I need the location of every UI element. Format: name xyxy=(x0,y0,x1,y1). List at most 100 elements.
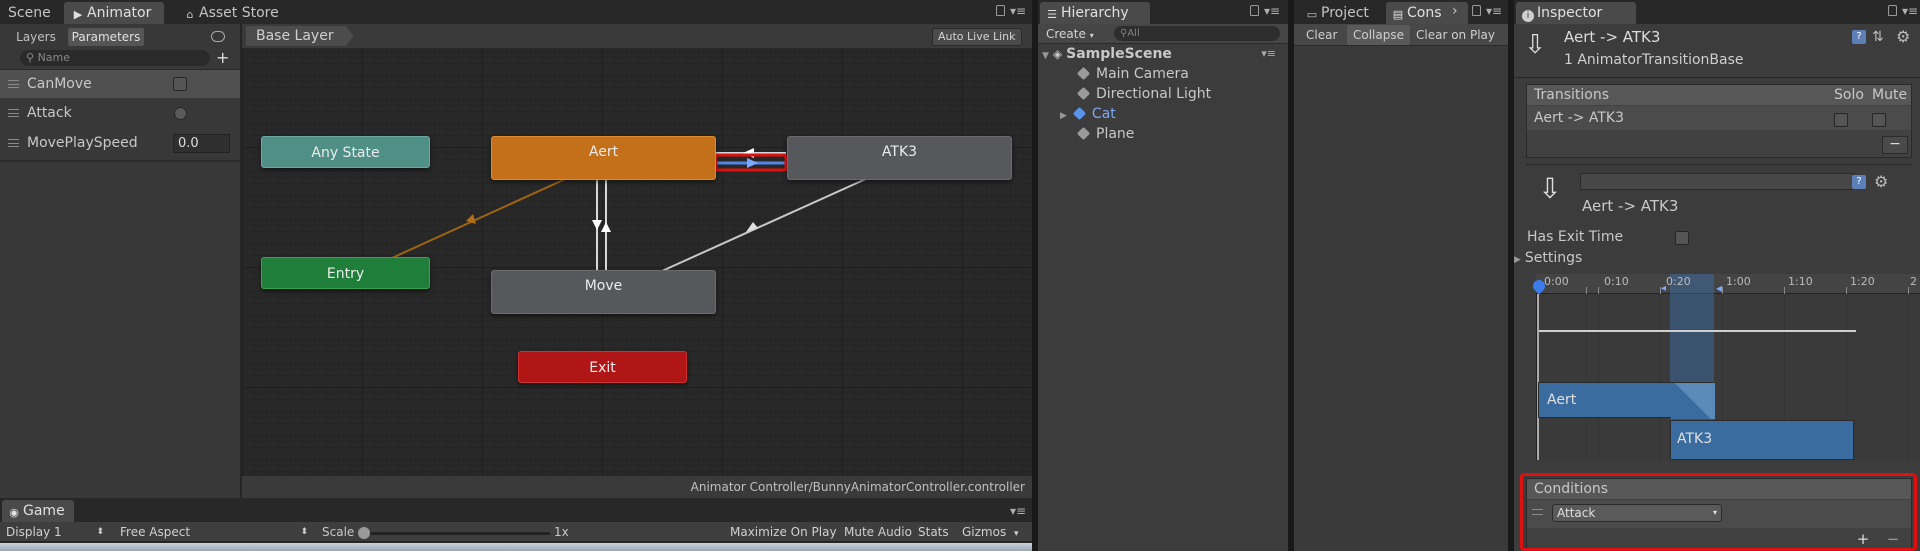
node-entry[interactable]: Entry xyxy=(261,257,430,289)
display-select-label: Display 1 xyxy=(6,525,62,539)
clear-button[interactable]: Clear xyxy=(1300,25,1343,45)
layers-tab[interactable]: Layers xyxy=(8,28,64,46)
display-select[interactable]: Display 1 ⬍ xyxy=(6,523,110,541)
animator-icon: ▶ xyxy=(73,8,83,21)
clip-aert-label: Aert xyxy=(1547,392,1577,408)
inspector-menu-icon[interactable]: ▾≡ xyxy=(1902,4,1918,18)
console-menu-icon[interactable]: ▾≡ xyxy=(1486,4,1502,18)
node-move[interactable]: Move xyxy=(491,270,716,314)
hierarchy-item-cat[interactable]: ▶ Cat xyxy=(1060,105,1116,125)
drag-handle-icon[interactable] xyxy=(8,139,19,147)
tab-asset-store[interactable]: ⌂ Asset Store xyxy=(178,2,285,24)
aspect-select[interactable]: Free Aspect ⬍ xyxy=(112,523,312,541)
tab-game-label: Game xyxy=(23,503,65,519)
scale-slider-track[interactable] xyxy=(362,532,550,535)
help-icon[interactable]: ? xyxy=(1852,30,1866,44)
parameter-search[interactable]: ⚲ Name xyxy=(20,50,210,66)
has-exit-time-checkbox[interactable] xyxy=(1675,231,1689,245)
parameter-name: CanMove xyxy=(27,76,92,92)
hierarchy-search-placeholder: All xyxy=(1127,28,1140,39)
node-atk3[interactable]: ATK3 xyxy=(787,136,1012,180)
hierarchy-item-directional-light[interactable]: Directional Light xyxy=(1076,85,1211,103)
hierarchy-lock-icon[interactable] xyxy=(1250,5,1259,16)
scene-menu-icon[interactable]: ▾≡ xyxy=(1261,45,1276,63)
mute-checkbox[interactable] xyxy=(1872,113,1886,127)
node-any-state[interactable]: Any State xyxy=(261,136,430,168)
expand-down-icon[interactable]: ▼ xyxy=(1042,51,1049,61)
clip-bar-atk3[interactable]: ATK3 xyxy=(1670,420,1854,460)
tab-inspector[interactable]: i Inspector xyxy=(1516,2,1636,24)
maximize-on-play-toggle[interactable]: Maximize On Play xyxy=(730,523,837,541)
prefab-icon xyxy=(1072,106,1087,121)
moveplayspeed-field[interactable]: 0.0 xyxy=(173,134,230,153)
lock-icon[interactable] xyxy=(996,5,1005,16)
move-to-atk3-transition[interactable] xyxy=(661,177,869,272)
gear-icon-2[interactable]: ⚙ xyxy=(1874,172,1888,191)
chevron-updown-icon: ⬍ xyxy=(300,527,308,537)
game-controller-icon: ◉ xyxy=(9,506,19,519)
transition-detail-icon: ⇩ xyxy=(1538,172,1562,205)
scale-slider-thumb[interactable] xyxy=(358,527,370,539)
create-label: Create xyxy=(1046,27,1086,41)
tab-project-label: Project xyxy=(1321,5,1369,21)
hierarchy-item-plane[interactable]: Plane xyxy=(1076,125,1134,143)
tab-game[interactable]: ◉ Game xyxy=(2,500,74,522)
expand-right-icon[interactable]: ▶ xyxy=(1060,111,1067,121)
parameter-row-moveplayspeed[interactable]: MovePlaySpeed 0.0 xyxy=(0,129,240,157)
tab-scene[interactable]: Scene xyxy=(2,2,57,24)
hierarchy-item-main-camera[interactable]: Main Camera xyxy=(1076,65,1189,83)
attack-trigger-radio[interactable] xyxy=(174,107,187,120)
mute-audio-toggle[interactable]: Mute Audio xyxy=(844,523,912,541)
transition-end-marker[interactable]: ◂ xyxy=(1716,281,1722,295)
parameter-search-placeholder: Name xyxy=(37,51,71,64)
hierarchy-search[interactable]: ⚲All xyxy=(1114,26,1280,41)
eye-toggle-icon[interactable] xyxy=(211,31,225,42)
gizmos-dropdown[interactable]: Gizmos ▾ xyxy=(962,523,1019,543)
parameter-row-canmove[interactable]: CanMove xyxy=(0,70,240,98)
tab-project[interactable]: ▭ Project xyxy=(1300,2,1375,24)
clip-bar-aert[interactable]: Aert xyxy=(1538,382,1715,419)
entry-to-aert-transition[interactable] xyxy=(391,175,573,259)
remove-transition-button[interactable]: − xyxy=(1882,136,1908,154)
preset-icon[interactable]: ⇅ xyxy=(1872,29,1884,45)
controller-path: Animator Controller/BunnyAnimatorControl… xyxy=(690,480,1025,494)
parameters-tab[interactable]: Parameters xyxy=(68,28,144,46)
stats-toggle[interactable]: Stats xyxy=(918,523,949,541)
add-parameter-button[interactable]: + xyxy=(216,50,229,66)
tab-asset-store-label: Asset Store xyxy=(199,5,279,21)
help-icon-2[interactable]: ? xyxy=(1852,175,1866,189)
timeline-tick-marks xyxy=(1536,287,1920,294)
tab-animator[interactable]: ▶ Animator xyxy=(64,2,164,24)
create-dropdown[interactable]: Create ▾ xyxy=(1046,25,1094,45)
game-panel-menu-icon[interactable]: ▾≡ xyxy=(1010,504,1026,518)
transitions-svg xyxy=(391,148,869,272)
collapse-button[interactable]: Collapse xyxy=(1347,25,1410,45)
panel-menu-icon[interactable]: ▾≡ xyxy=(1010,4,1026,18)
canmove-checkbox[interactable] xyxy=(173,77,187,91)
hierarchy-menu-icon[interactable]: ▾≡ xyxy=(1264,4,1280,18)
inspector-lock-icon[interactable] xyxy=(1888,5,1897,16)
transition-row-label: Aert -> ATK3 xyxy=(1534,110,1625,126)
tab-scroll-right-icon[interactable]: › xyxy=(1452,3,1458,19)
parameter-row-attack[interactable]: Attack xyxy=(0,99,240,127)
gameobject-icon xyxy=(1076,86,1091,101)
settings-foldout[interactable]: ▶ Settings xyxy=(1514,250,1582,266)
tab-hierarchy[interactable]: ☰ Hierarchy xyxy=(1040,2,1150,24)
console-lock-icon[interactable] xyxy=(1472,5,1481,16)
scene-root[interactable]: ▼ ◈ SampleScene ▾≡ xyxy=(1042,45,1280,65)
chevron-down-icon: ▾ xyxy=(1014,529,1019,539)
search-icon: ⚲ xyxy=(26,51,35,64)
node-aert[interactable]: Aert xyxy=(491,136,716,180)
transition-name-field[interactable] xyxy=(1580,173,1854,190)
gear-icon[interactable]: ⚙ xyxy=(1896,27,1910,46)
parameter-name: Attack xyxy=(27,105,72,121)
game-view[interactable] xyxy=(0,543,1032,551)
drag-handle-icon[interactable] xyxy=(8,80,19,88)
node-exit[interactable]: Exit xyxy=(518,351,687,383)
aert-to-move-arrow xyxy=(592,220,602,230)
inspector-title: Aert -> ATK3 xyxy=(1564,28,1661,46)
solo-checkbox[interactable] xyxy=(1834,113,1848,127)
transition-start-marker[interactable]: ◂ xyxy=(1661,283,1666,294)
drag-handle-icon[interactable] xyxy=(8,109,19,117)
clear-on-play-button[interactable]: Clear on Play xyxy=(1410,25,1501,45)
